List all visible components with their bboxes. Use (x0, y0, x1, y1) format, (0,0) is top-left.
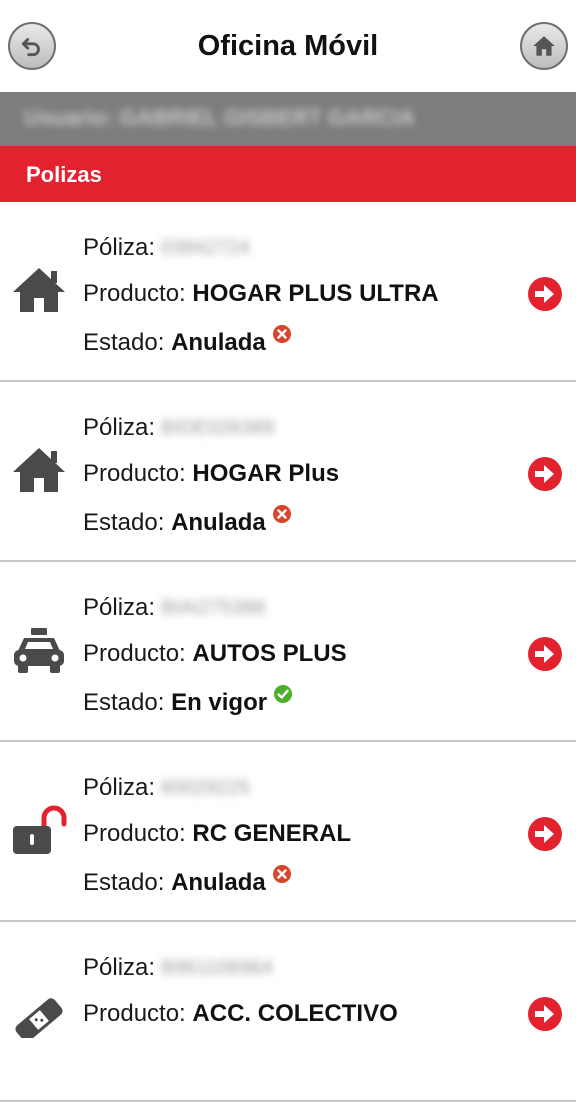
cancelled-icon (272, 505, 291, 523)
policy-number-line: Póliza: BIDE026389 (83, 414, 275, 441)
chevron-right-icon[interactable] (527, 636, 563, 672)
policy-product: ACC. COLECTIVO (192, 1000, 398, 1027)
car-icon (14, 628, 64, 673)
chevron-right-icon[interactable] (527, 816, 563, 852)
policy-product-line: Producto: RC GENERAL (83, 820, 352, 847)
policy-number-line: Póliza: 03842724 (83, 234, 251, 261)
page-title: Oficina Móvil (197, 30, 379, 62)
policy-number: BIDE026389 (161, 417, 275, 440)
policy-item[interactable]: Póliza: 60029225 Producto: RC GENERAL Est… (0, 742, 576, 922)
policy-product: RC GENERAL (192, 820, 352, 847)
policy-list: Póliza: 03842724 Producto: HOGAR PLUS ULT… (0, 202, 576, 1102)
policy-number-line: Póliza: B961106964 (83, 954, 274, 981)
policy-number: 60029225 (161, 777, 251, 800)
home-icon (533, 36, 555, 56)
cancelled-icon (272, 865, 291, 883)
policy-product-line: Producto: HOGAR PLUS ULTRA (83, 280, 439, 307)
house-icon (13, 268, 65, 312)
user-bar: Usuario: GABRIEL GISBERT GARCIA (0, 92, 576, 146)
policy-item[interactable]: Póliza: BIDE026389 Producto: HOGAR Plus E… (0, 382, 576, 562)
policy-status-line: Estado: Anulada (83, 324, 292, 357)
policy-product: HOGAR PLUS ULTRA (192, 280, 439, 307)
policy-status: Anulada (171, 869, 266, 896)
policy-product-line: Producto: AUTOS PLUS (83, 640, 347, 667)
policy-number: B961106964 (161, 957, 274, 980)
policy-product-line: Producto: HOGAR Plus (83, 460, 340, 487)
open-lock-icon (13, 805, 67, 854)
policy-item[interactable]: Póliza: B961106964 Producto: ACC. COLECTI… (0, 922, 576, 1102)
active-icon (274, 685, 293, 703)
cancelled-icon (272, 325, 291, 343)
policy-status: En vigor (171, 689, 268, 716)
policy-status: Anulada (171, 509, 266, 536)
policy-product: HOGAR Plus (192, 460, 340, 487)
policy-number-line: Póliza: BIAI275386 (83, 594, 266, 621)
chevron-right-icon[interactable] (527, 456, 563, 492)
policy-status: Anulada (171, 329, 266, 356)
policy-status-line: Estado: Anulada (83, 864, 292, 897)
policy-number: 03842724 (161, 237, 251, 260)
policy-product: AUTOS PLUS (192, 640, 347, 667)
policy-status-line: Estado: Anulada (83, 504, 292, 537)
home-button[interactable] (520, 22, 568, 70)
policy-number-line: Póliza: 60029225 (83, 774, 251, 801)
chevron-right-icon[interactable] (527, 996, 563, 1032)
chevron-right-icon[interactable] (527, 276, 563, 312)
app-header: Oficina Móvil (0, 0, 576, 92)
policy-status-line: Estado: En vigor (83, 684, 293, 717)
house-icon (13, 448, 65, 492)
bandage-icon (15, 998, 63, 1038)
policy-number: BIAI275386 (161, 597, 266, 620)
policy-item[interactable]: Póliza: BIAI275386 Producto: AUTOS PLUS E… (0, 562, 576, 742)
policy-item[interactable]: Póliza: 03842724 Producto: HOGAR PLUS ULT… (0, 202, 576, 382)
section-title: Polizas (0, 146, 576, 202)
user-name: Usuario: GABRIEL GISBERT GARCIA (24, 105, 415, 130)
